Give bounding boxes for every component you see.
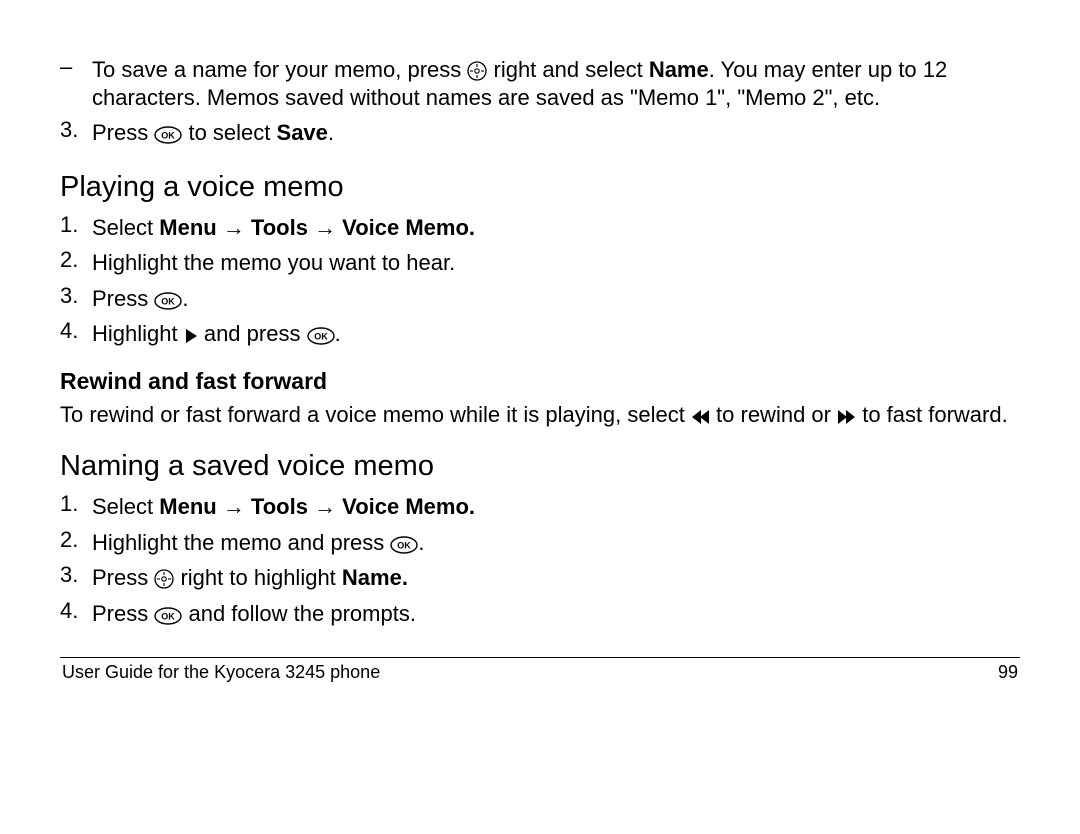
text: Select Menu → Tools → Voice Memo. — [92, 493, 475, 521]
num: 4. — [60, 598, 92, 630]
menu-path: Menu → Tools → Voice Memo. — [159, 215, 475, 240]
text: to fast forward. — [856, 402, 1008, 427]
intro-bullet: – To save a name for your memo, press ri… — [60, 54, 1020, 113]
list-item: 3. Press to select Save. — [60, 117, 1020, 149]
fast-forward-icon — [837, 408, 856, 426]
text: Press and follow the prompts. — [92, 600, 416, 628]
text: . — [418, 530, 424, 555]
intro-text: To save a name for your memo, press righ… — [92, 56, 1020, 111]
ok-icon — [154, 126, 182, 144]
text: Highlight and press . — [92, 320, 341, 348]
dpad-icon — [154, 569, 174, 589]
text: Select — [92, 215, 159, 240]
footer-title: User Guide for the Kyocera 3245 phone — [62, 662, 380, 683]
num: 1. — [60, 491, 92, 523]
text: . — [328, 120, 334, 145]
text: Press — [92, 120, 154, 145]
text: Select Menu → Tools → Voice Memo. — [92, 214, 475, 242]
num: 3. — [60, 283, 92, 315]
text: Press — [92, 286, 154, 311]
text: To save a name for your memo, press — [92, 57, 467, 82]
text: Press — [92, 601, 154, 626]
step3-text: Press to select Save. — [92, 119, 334, 147]
num: 3. — [60, 117, 92, 149]
text: and press — [198, 321, 307, 346]
text: Press right to highlight Name. — [92, 564, 408, 592]
text: right to highlight — [174, 565, 342, 590]
footer-separator — [60, 657, 1020, 658]
text: Highlight the memo and press . — [92, 529, 425, 557]
page-number: 99 — [998, 662, 1018, 683]
text: to rewind or — [710, 402, 837, 427]
text: . — [182, 286, 188, 311]
list-item: 3. Press . — [60, 283, 1020, 315]
heading-playing: Playing a voice memo — [60, 171, 1020, 204]
list-item: 2. Highlight the memo you want to hear. — [60, 247, 1020, 279]
num: 4. — [60, 318, 92, 350]
list-item: 2. Highlight the memo and press . — [60, 527, 1020, 559]
text: To rewind or fast forward a voice memo w… — [60, 402, 691, 427]
footer: User Guide for the Kyocera 3245 phone 99 — [60, 662, 1020, 695]
heading-naming: Naming a saved voice memo — [60, 450, 1020, 483]
text: and follow the prompts. — [182, 601, 416, 626]
text: Press . — [92, 285, 188, 313]
rewind-text: To rewind or fast forward a voice memo w… — [60, 401, 1020, 429]
text: to select — [182, 120, 276, 145]
save-label: Save — [277, 120, 328, 145]
text: Press — [92, 565, 154, 590]
heading-rewind: Rewind and fast forward — [60, 368, 1020, 395]
list-item: 4. Press and follow the prompts. — [60, 598, 1020, 630]
play-icon — [184, 327, 198, 345]
num: 2. — [60, 247, 92, 279]
ok-icon — [154, 607, 182, 625]
text: Highlight the memo you want to hear. — [92, 249, 455, 277]
text: Highlight the memo and press — [92, 530, 390, 555]
name-label: Name. — [342, 565, 408, 590]
num: 3. — [60, 562, 92, 594]
ok-icon — [307, 327, 335, 345]
page-content: – To save a name for your memo, press ri… — [0, 0, 1080, 695]
text: . — [335, 321, 341, 346]
num: 1. — [60, 212, 92, 244]
num: 2. — [60, 527, 92, 559]
ok-icon — [154, 292, 182, 310]
menu-path: Menu → Tools → Voice Memo. — [159, 494, 475, 519]
text: right and select — [494, 57, 649, 82]
name-label: Name — [649, 57, 709, 82]
list-item: 3. Press right to highlight Name. — [60, 562, 1020, 594]
list-item: 4. Highlight and press . — [60, 318, 1020, 350]
text: Highlight — [92, 321, 184, 346]
ok-icon — [390, 536, 418, 554]
text: Select — [92, 494, 159, 519]
dpad-icon — [467, 61, 487, 81]
rewind-icon — [691, 408, 710, 426]
dash: – — [60, 54, 92, 113]
list-item: 1. Select Menu → Tools → Voice Memo. — [60, 212, 1020, 244]
list-item: 1. Select Menu → Tools → Voice Memo. — [60, 491, 1020, 523]
